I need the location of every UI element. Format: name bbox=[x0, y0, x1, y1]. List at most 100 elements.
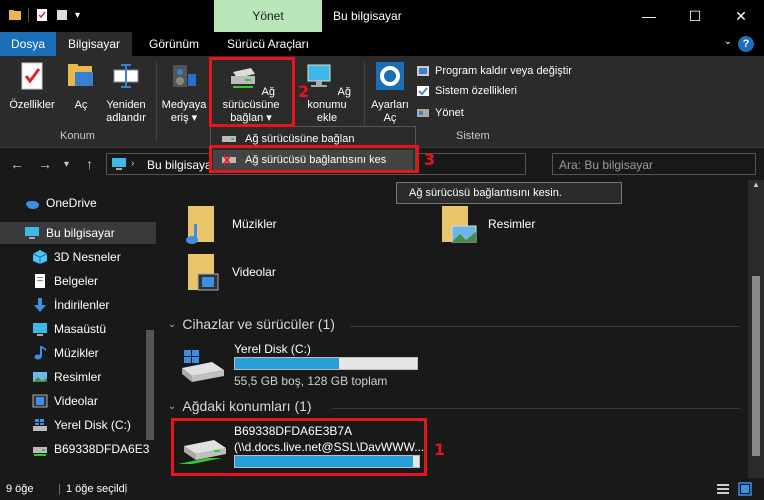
map-network-drive-button[interactable]: Ağ sürücüsüne bağlan ▾ bbox=[210, 60, 292, 125]
properties-label: Özellikler bbox=[9, 99, 55, 111]
new-folder-icon[interactable] bbox=[55, 8, 69, 22]
desktop-icon bbox=[33, 323, 47, 336]
qat-dropdown-icon[interactable]: ▾ bbox=[75, 10, 80, 21]
computer-icon bbox=[25, 227, 39, 239]
sidebar-item-label: B69338DFDA6E3 bbox=[54, 442, 150, 456]
sidebar-item-label: Yerel Disk (C:) bbox=[54, 418, 131, 432]
chevron-down-icon[interactable]: ⌄ bbox=[168, 319, 176, 330]
scroll-up-icon[interactable]: ▲ bbox=[752, 180, 760, 189]
sidebar-item-label: Belgeler bbox=[54, 274, 99, 288]
network-drive-icon bbox=[33, 447, 47, 456]
menu-item-map-drive[interactable]: Ağ sürücüsüne bağlan bbox=[213, 129, 413, 149]
recent-dropdown-icon[interactable]: ▾ bbox=[64, 159, 69, 170]
drive-usage-bar bbox=[234, 357, 418, 370]
properties-icon bbox=[21, 62, 43, 90]
group-location-label: Konum bbox=[60, 130, 95, 142]
context-tab-manage[interactable]: Yönet bbox=[214, 0, 322, 32]
annotation-number-2: 2 bbox=[298, 82, 310, 101]
forward-arrow-icon[interactable]: → bbox=[38, 156, 52, 172]
system-properties-button[interactable]: Sistem özellikleri bbox=[416, 84, 517, 98]
folder-pictures[interactable]: Resimler bbox=[440, 202, 535, 246]
drive-name: B69338DFDA6E3B7A bbox=[234, 424, 353, 438]
close-button[interactable]: ✕ bbox=[718, 0, 764, 32]
help-button[interactable]: ? bbox=[738, 36, 754, 52]
maximize-button[interactable]: ☐ bbox=[672, 0, 718, 32]
window-title: Bu bilgisayar bbox=[333, 9, 402, 23]
open-button[interactable]: Aç bbox=[64, 60, 98, 112]
folder-icon[interactable] bbox=[8, 8, 22, 22]
annotation-number-3: 3 bbox=[424, 150, 436, 169]
document-icon bbox=[35, 274, 45, 288]
ribbon-collapse-icon[interactable]: ⌄ bbox=[724, 36, 732, 47]
scrollbar-thumb[interactable] bbox=[752, 276, 760, 456]
settings-label-line2: Aç bbox=[383, 112, 397, 124]
access-media-button[interactable]: Medyaya eriş ▾ bbox=[160, 60, 208, 125]
properties-icon[interactable] bbox=[35, 8, 49, 22]
open-settings-button[interactable]: Ayarları Aç bbox=[368, 60, 412, 125]
sidebar-item-label: İndirilenler bbox=[54, 298, 110, 312]
section-devices-title: Cihazlar ve sürücüler (1) bbox=[182, 316, 335, 332]
add-network-label-line2: ekle bbox=[316, 112, 338, 124]
pictures-folder-icon bbox=[442, 206, 477, 243]
drive-usage-fill bbox=[235, 358, 339, 369]
nav-scrollbar[interactable] bbox=[146, 330, 154, 440]
manage-button[interactable]: Yönet bbox=[416, 106, 464, 120]
sidebar-item-this-pc[interactable]: Bu bilgisayar bbox=[0, 222, 156, 244]
status-bar: 9 öğe | 1 öğe seçildi | bbox=[0, 478, 764, 500]
manage-icon bbox=[417, 109, 429, 117]
sidebar-item-music[interactable]: Müzikler bbox=[0, 342, 156, 364]
up-arrow-icon[interactable]: ↑ bbox=[86, 156, 93, 172]
section-devices[interactable]: ⌄ Cihazlar ve sürücüler (1) bbox=[168, 316, 335, 332]
rename-button[interactable]: Yeniden adlandır bbox=[102, 60, 150, 125]
menu-item-disconnect-drive[interactable]: Ağ sürücüsü bağlantısını kes bbox=[213, 150, 413, 170]
sidebar-item-desktop[interactable]: Masaüstü bbox=[0, 318, 156, 340]
content-pane: Müzikler Resimler Videolar ⌄ Cihazlar ve… bbox=[160, 180, 764, 478]
folder-music[interactable]: Müzikler bbox=[184, 202, 277, 246]
rename-label-line1: Yeniden bbox=[106, 99, 146, 111]
drive-usage-fill bbox=[235, 456, 414, 467]
tab-drive-tools[interactable]: Sürücü Araçları bbox=[216, 32, 320, 56]
sidebar-item-onedrive[interactable]: OneDrive bbox=[0, 192, 156, 214]
section-network-title: Ağdaki konumları (1) bbox=[182, 398, 312, 414]
sidebar-item-network-drive[interactable]: B69338DFDA6E3 bbox=[0, 438, 156, 460]
picture-icon bbox=[33, 372, 47, 382]
group-system-label: Sistem bbox=[456, 130, 490, 142]
sidebar-item-videos[interactable]: Videolar bbox=[0, 390, 156, 412]
menu-item-map-drive-label: Ağ sürücüsüne bağlan bbox=[245, 133, 355, 145]
drive-space-text: 55,5 GB boş, 128 GB toplam bbox=[234, 374, 388, 388]
drive-network-onedrive[interactable]: B69338DFDA6E3B7A (\\d.docs.live.net@SSL\… bbox=[176, 422, 426, 474]
uninstall-program-button[interactable]: Program kaldır veya değiştir bbox=[416, 64, 572, 78]
folder-label: Resimler bbox=[488, 217, 536, 231]
minimize-button[interactable]: — bbox=[626, 0, 672, 32]
details-view-icon[interactable] bbox=[716, 482, 730, 496]
folder-videos[interactable]: Videolar bbox=[184, 250, 276, 294]
large-icons-view-icon[interactable] bbox=[738, 482, 752, 496]
sidebar-item-3d-objects[interactable]: 3D Nesneler bbox=[0, 246, 156, 268]
drive-local-disk[interactable]: Yerel Disk (C:) 55,5 GB boş, 128 GB topl… bbox=[178, 340, 418, 390]
folder-label: Müzikler bbox=[232, 217, 277, 231]
status-divider: | bbox=[124, 483, 127, 495]
back-arrow-icon[interactable]: ← bbox=[10, 156, 24, 172]
sidebar-item-downloads[interactable]: İndirilenler bbox=[0, 294, 156, 316]
breadcrumb-chevron-icon[interactable]: › bbox=[131, 158, 134, 169]
network-drive-icon bbox=[222, 136, 236, 142]
media-icon bbox=[173, 65, 196, 87]
open-folder-icon bbox=[68, 64, 93, 86]
section-network-locations[interactable]: ⌄ Ağdaki konumları (1) bbox=[168, 398, 312, 414]
folder-label: Videolar bbox=[232, 265, 276, 279]
settings-label-line1: Ayarları bbox=[371, 99, 409, 111]
tab-view[interactable]: Görünüm bbox=[136, 32, 212, 56]
search-input[interactable]: Ara: Bu bilgisayar bbox=[552, 153, 756, 175]
disconnect-drive-icon bbox=[222, 155, 236, 165]
chevron-down-icon[interactable]: ⌄ bbox=[168, 401, 176, 412]
sidebar-item-pictures[interactable]: Resimler bbox=[0, 366, 156, 388]
ribbon-separator bbox=[156, 62, 157, 142]
title-bar: ▾ Yönet Bu bilgisayar — ☐ ✕ bbox=[0, 0, 764, 32]
sidebar-item-local-disk[interactable]: Yerel Disk (C:) bbox=[0, 414, 156, 436]
tab-computer[interactable]: Bilgisayar bbox=[56, 32, 132, 56]
windows-drive-icon bbox=[33, 419, 47, 431]
content-scrollbar[interactable]: ▲ bbox=[748, 180, 764, 478]
tab-file[interactable]: Dosya bbox=[0, 32, 56, 56]
properties-button[interactable]: Özellikler bbox=[6, 60, 58, 112]
sidebar-item-documents[interactable]: Belgeler bbox=[0, 270, 156, 292]
